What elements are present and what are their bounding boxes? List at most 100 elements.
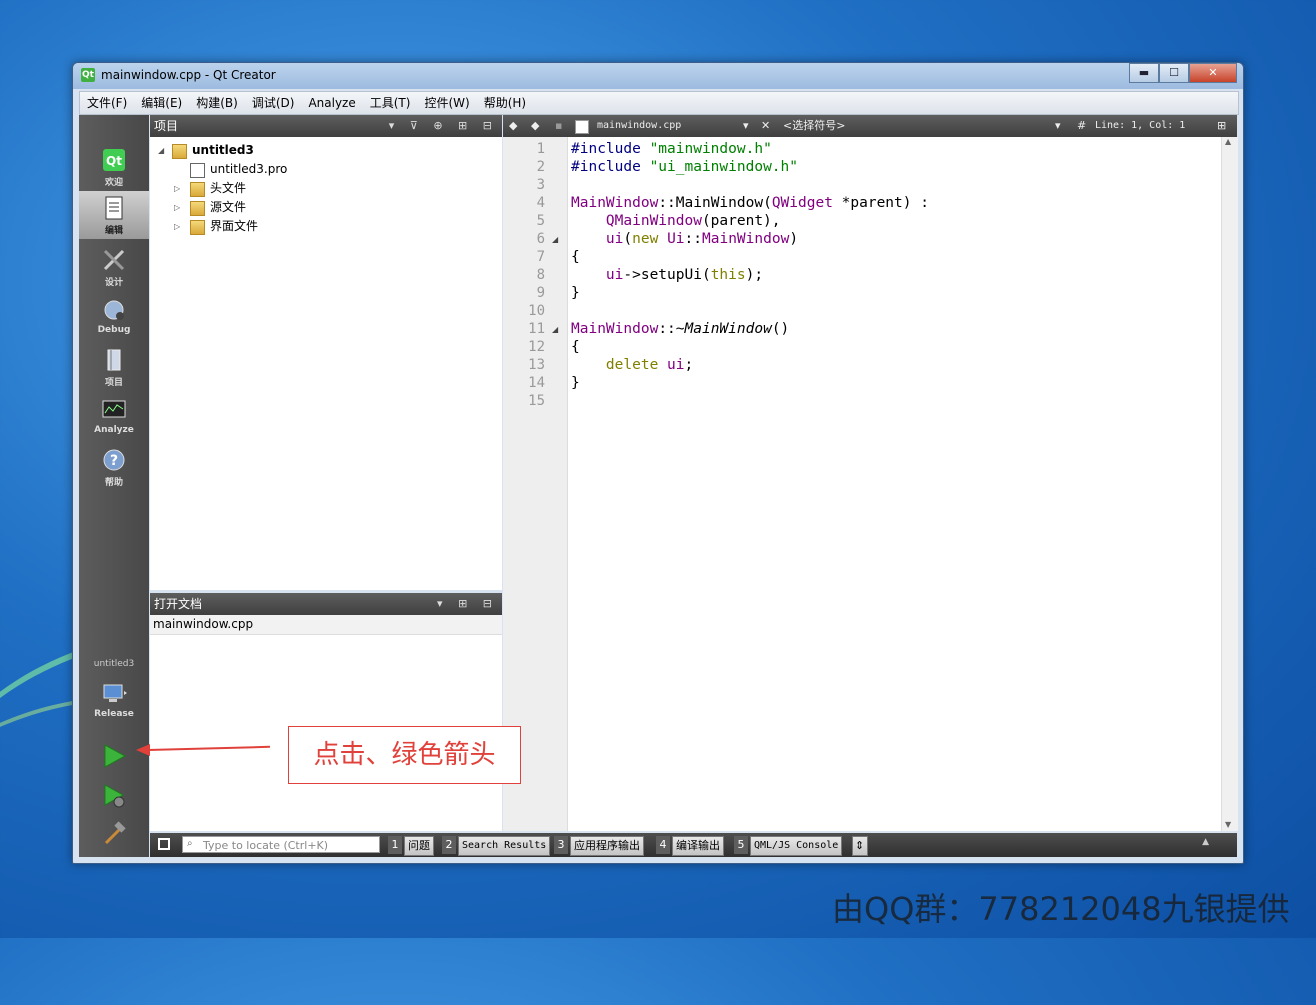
project-panel-header: 项目 ▾ ⊽ ⊕ ⊞ ⊟ xyxy=(150,115,502,137)
debug-run-button[interactable] xyxy=(101,783,127,809)
expand-output-icon[interactable]: ▲ xyxy=(1202,837,1209,847)
output-tab-number: 4 xyxy=(656,836,670,854)
mode-edit-label: 编辑 xyxy=(104,226,123,236)
build-config-selector[interactable]: Release xyxy=(79,677,149,725)
symbol-dropdown-icon[interactable]: ▾ xyxy=(1055,115,1061,137)
minimize-button[interactable]: ▬ xyxy=(1129,63,1159,83)
tree-item-sources[interactable]: ▷ 源文件 xyxy=(150,198,502,217)
code-line-4: MainWindow::MainWindow(QWidget *parent) … xyxy=(571,195,929,211)
toggle-sidebar-icon[interactable] xyxy=(158,838,170,850)
expand-arrow-icon[interactable]: ▷ xyxy=(174,217,180,236)
line-number: 15 xyxy=(528,393,545,409)
code-line-13: delete ui; xyxy=(605,357,694,373)
output-tab-app-output[interactable]: 应用程序输出 xyxy=(570,836,644,856)
output-tab-compile-output[interactable]: 编译输出 xyxy=(672,836,724,856)
edit-document-icon xyxy=(105,196,123,220)
collapse-arrow-icon[interactable]: ◢ xyxy=(158,141,164,160)
close-button[interactable]: ✕ xyxy=(1189,63,1237,83)
tree-item-headers[interactable]: ▷ 头文件 xyxy=(150,179,502,198)
line-number: 5 xyxy=(536,213,545,229)
fold-marker-icon[interactable]: ◢ xyxy=(552,325,558,334)
line-number: 6 xyxy=(536,231,545,247)
output-tab-number: 1 xyxy=(388,836,402,854)
fold-marker-icon[interactable]: ◢ xyxy=(552,235,558,244)
mode-debug[interactable]: Debug xyxy=(79,293,149,341)
window-title: mainwindow.cpp - Qt Creator xyxy=(101,68,276,82)
line-number: 13 xyxy=(528,357,545,373)
search-icon: ⌕ xyxy=(187,838,193,849)
scroll-up-icon[interactable]: ▲ xyxy=(1225,137,1231,146)
line-number: 12 xyxy=(528,339,545,355)
code-line-1: #include "mainwindow.h" xyxy=(571,141,772,157)
code-line-12: { xyxy=(571,339,580,355)
project-panel-title: 项目 xyxy=(154,119,179,133)
output-tab-number: 3 xyxy=(554,836,568,854)
editor-scrollbar[interactable]: ▲ ▼ xyxy=(1221,137,1238,831)
qt-logo-icon: Qt xyxy=(81,68,95,82)
line-number: 3 xyxy=(536,177,545,193)
tree-item-forms[interactable]: ▷ 界面文件 xyxy=(150,217,502,236)
output-tab-issues[interactable]: 问题 xyxy=(404,836,434,856)
title-bar[interactable]: Qt mainwindow.cpp - Qt Creator ▬ ☐ ✕ xyxy=(73,63,1243,89)
run-button[interactable] xyxy=(101,743,127,769)
mode-edit[interactable]: 编辑 xyxy=(79,191,149,239)
expand-arrow-icon[interactable]: ▷ xyxy=(174,198,180,217)
mode-help-label: 帮助 xyxy=(104,478,123,488)
tree-item-pro-file[interactable]: untitled3.pro xyxy=(150,160,502,179)
mode-help[interactable]: ? 帮助 xyxy=(79,443,149,491)
mode-projects[interactable]: 项目 xyxy=(79,343,149,391)
nav-forward-icon[interactable]: ◆ xyxy=(531,115,539,137)
line-number: 8 xyxy=(536,267,545,283)
design-tools-icon xyxy=(103,249,125,271)
menu-window[interactable]: 控件(W) xyxy=(417,92,476,114)
debug-bug-icon xyxy=(104,300,124,320)
current-file-name[interactable]: mainwindow.cpp xyxy=(597,115,681,137)
tree-item-project[interactable]: ◢ untitled3 xyxy=(150,141,502,160)
menu-debug[interactable]: 调试(D) xyxy=(245,92,302,114)
sources-folder-icon xyxy=(190,201,205,216)
code-line-8: ui->setupUi(this); xyxy=(605,267,764,283)
tree-label: 界面文件 xyxy=(210,219,259,233)
editor-toolbar: ◆ ◆ ▪ mainwindow.cpp ▾ ✕ <选择符号> ▾ # Line… xyxy=(503,115,1237,137)
computer-monitor-icon xyxy=(103,684,127,702)
nav-back-icon[interactable]: ◆ xyxy=(509,115,517,137)
build-hammer-button[interactable] xyxy=(101,821,127,847)
mode-analyze[interactable]: Analyze xyxy=(79,393,149,441)
line-number: 9 xyxy=(536,285,545,301)
mode-welcome[interactable]: Qt 欢迎 xyxy=(79,143,149,191)
line-number: 14 xyxy=(528,375,545,391)
code-line-6: ui(new Ui::MainWindow) xyxy=(605,231,799,247)
scroll-down-icon[interactable]: ▼ xyxy=(1225,820,1231,829)
open-documents-tools[interactable]: ▾ ⊞ ⊟ xyxy=(437,593,498,615)
menu-help[interactable]: 帮助(H) xyxy=(477,92,533,114)
code-line-11: MainWindow::~MainWindow() xyxy=(571,321,790,337)
output-tab-qml-console[interactable]: QML/JS Console xyxy=(750,836,843,856)
watermark-text: 由QQ群：778212048九银提供 xyxy=(832,890,1290,928)
project-folder-icon xyxy=(172,144,187,159)
build-project-name: untitled3 xyxy=(93,659,135,669)
menu-file[interactable]: 文件(F) xyxy=(80,92,134,114)
project-panel-tools[interactable]: ▾ ⊽ ⊕ ⊞ ⊟ xyxy=(389,115,498,137)
mode-design[interactable]: 设计 xyxy=(79,243,149,291)
menu-edit[interactable]: 编辑(E) xyxy=(134,92,189,114)
symbol-selector[interactable]: <选择符号> xyxy=(783,115,845,137)
split-editor-icon[interactable]: ⊞ xyxy=(1217,115,1226,137)
code-line-2: #include "ui_mainwindow.h" xyxy=(571,159,798,175)
expand-arrow-icon[interactable]: ▷ xyxy=(174,179,180,198)
menu-build[interactable]: 构建(B) xyxy=(189,92,245,114)
lock-icon: ▪ xyxy=(555,119,563,132)
code-editor[interactable]: #include "mainwindow.h" #include "ui_mai… xyxy=(568,137,1221,831)
close-file-icon[interactable]: ✕ xyxy=(761,115,770,137)
menu-analyze[interactable]: Analyze xyxy=(301,92,362,114)
file-dropdown-icon[interactable]: ▾ xyxy=(743,115,749,137)
open-document-item[interactable]: mainwindow.cpp xyxy=(150,615,502,635)
qt-welcome-icon: Qt xyxy=(103,149,125,171)
maximize-button[interactable]: ☐ xyxy=(1159,63,1189,83)
qt-creator-window: Qt mainwindow.cpp - Qt Creator ▬ ☐ ✕ 文件(… xyxy=(72,62,1244,864)
output-tab-search-results[interactable]: Search Results xyxy=(458,836,551,856)
locator-input[interactable]: Type to locate (Ctrl+K) xyxy=(182,836,380,853)
menu-tools[interactable]: 工具(T) xyxy=(363,92,418,114)
mode-projects-label: 项目 xyxy=(104,378,123,388)
analyze-monitor-icon xyxy=(102,400,126,418)
output-tabs-spinner[interactable]: ⇕ xyxy=(852,836,868,856)
